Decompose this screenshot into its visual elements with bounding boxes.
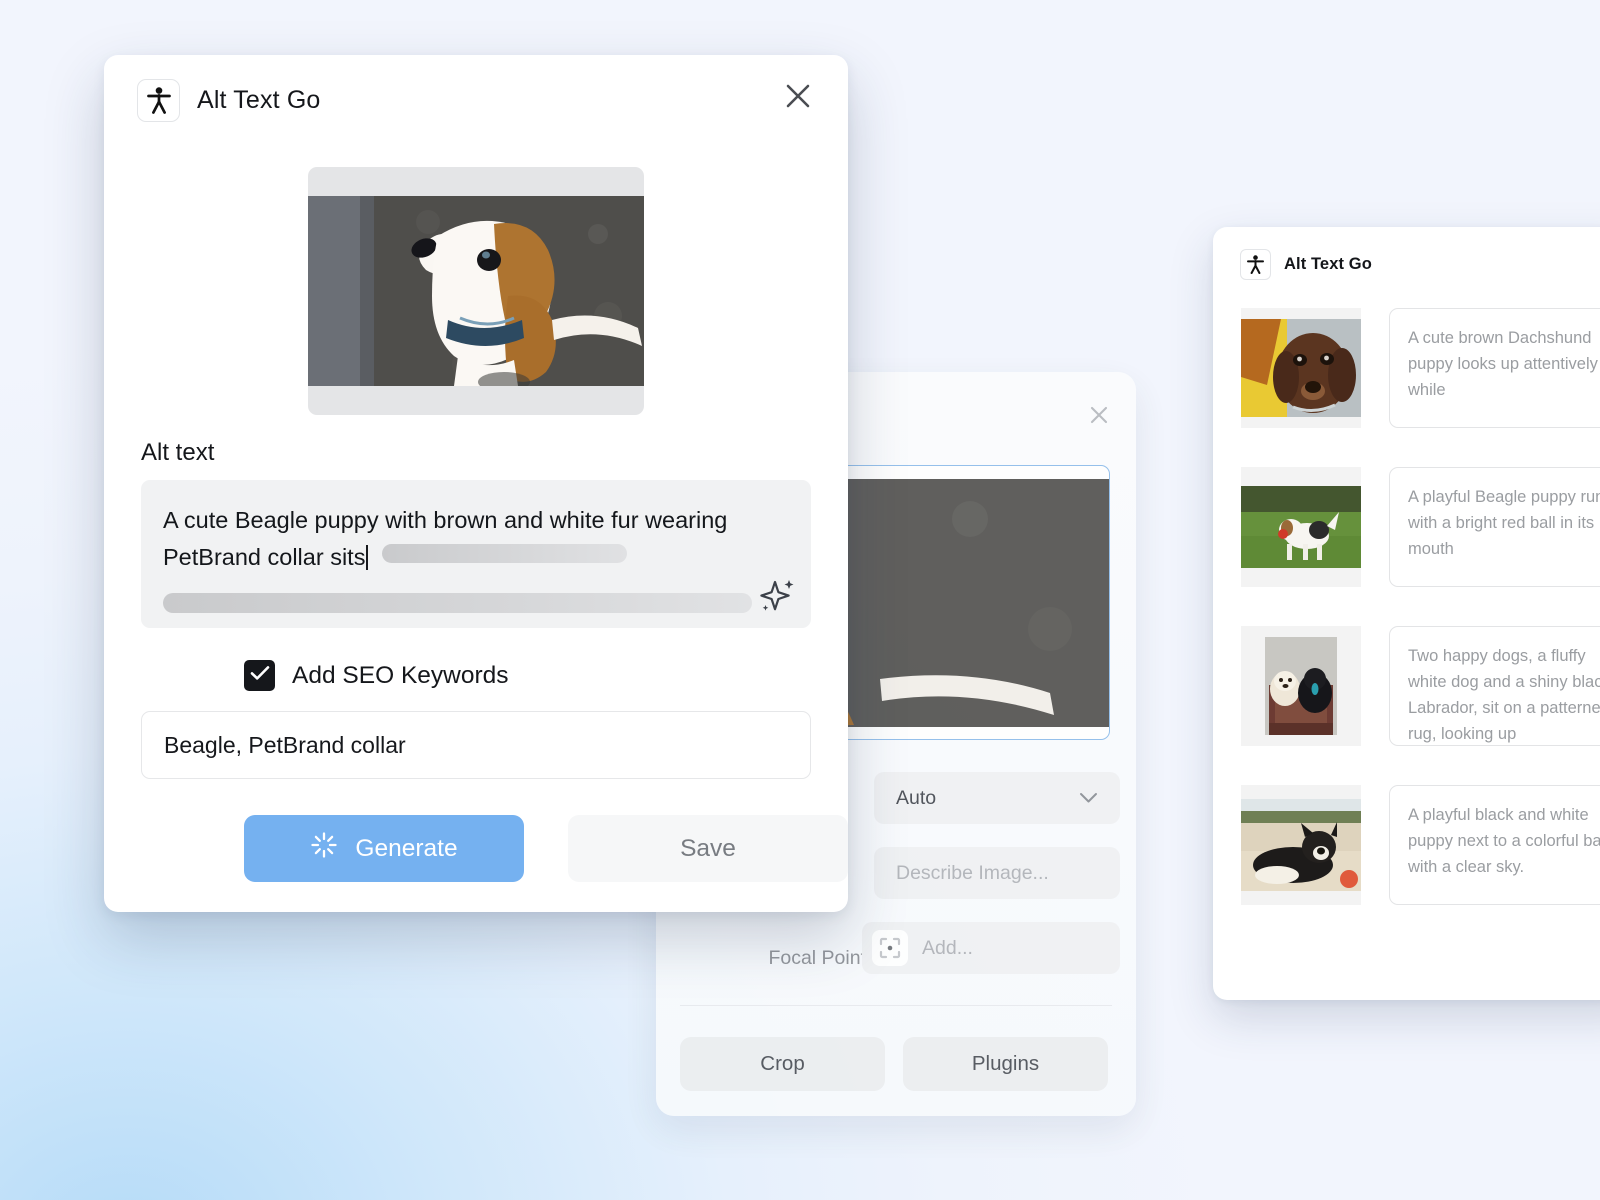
alt-text-field[interactable]: A cute Beagle puppy with brown and white… bbox=[141, 480, 811, 628]
alt-text-label: Alt text bbox=[141, 439, 848, 467]
close-icon[interactable] bbox=[1086, 402, 1112, 428]
keywords-input[interactable]: Beagle, PetBrand collar bbox=[141, 711, 811, 779]
list-item-thumbnail bbox=[1241, 308, 1361, 428]
screen-background: Alt Text Go bbox=[0, 0, 1600, 1200]
size-select[interactable]: Auto bbox=[874, 772, 1120, 824]
panel-actions: Crop Plugins bbox=[680, 1037, 1108, 1091]
close-icon[interactable] bbox=[781, 79, 815, 113]
save-button[interactable]: Save bbox=[568, 815, 848, 882]
divider bbox=[680, 1005, 1112, 1006]
sparkle-ai-icon[interactable] bbox=[755, 574, 797, 616]
alt-text-value: A cute Beagle puppy with brown and white… bbox=[163, 502, 748, 576]
accessibility-person-icon bbox=[137, 79, 180, 122]
dialog-header: Alt Text Go bbox=[104, 55, 848, 122]
list-item[interactable]: A cute brown Dachshund puppy looks up at… bbox=[1241, 308, 1600, 428]
list-item-thumbnail bbox=[1241, 467, 1361, 587]
alt-text-list: A cute brown Dachshund puppy looks up at… bbox=[1213, 280, 1600, 905]
loading-placeholder-bar bbox=[163, 593, 752, 613]
image-preview bbox=[308, 167, 644, 415]
right-panel-title: Alt Text Go bbox=[1284, 255, 1372, 274]
list-item[interactable]: A playful black and white puppy next to … bbox=[1241, 785, 1600, 905]
crop-button[interactable]: Crop bbox=[680, 1037, 885, 1091]
dialog-actions: Generate Save bbox=[244, 815, 848, 882]
loading-spinner-icon bbox=[310, 831, 338, 866]
list-item-alt-text[interactable]: A cute brown Dachshund puppy looks up at… bbox=[1389, 308, 1600, 428]
accessibility-person-icon bbox=[1240, 249, 1271, 280]
chevron-down-icon bbox=[1079, 787, 1098, 810]
focal-point-placeholder: Add... bbox=[922, 937, 973, 960]
keywords-value: Beagle, PetBrand collar bbox=[164, 732, 406, 759]
list-item-alt-text[interactable]: Two happy dogs, a fluffy white dog and a… bbox=[1389, 626, 1600, 746]
dialog-title: Alt Text Go bbox=[197, 86, 320, 115]
loading-placeholder-bar bbox=[382, 544, 627, 563]
generate-button-label: Generate bbox=[355, 835, 457, 863]
list-item-thumbnail bbox=[1241, 626, 1361, 746]
size-select-value: Auto bbox=[896, 787, 936, 810]
describe-image-placeholder: Describe Image... bbox=[896, 862, 1049, 885]
list-item-alt-text[interactable]: A playful black and white puppy next to … bbox=[1389, 785, 1600, 905]
seo-keywords-toggle-row[interactable]: Add SEO Keywords bbox=[244, 660, 848, 691]
seo-keywords-checkbox[interactable] bbox=[244, 660, 275, 691]
focal-point-input[interactable]: Add... bbox=[862, 922, 1120, 974]
alt-text-list-panel: Alt Text Go bbox=[1213, 227, 1600, 1000]
checkmark-icon bbox=[250, 665, 270, 686]
list-item-alt-text[interactable]: A playful Beagle puppy runs with a brigh… bbox=[1389, 467, 1600, 587]
generate-button[interactable]: Generate bbox=[244, 815, 524, 882]
focal-point-label: Focal Point bbox=[676, 932, 866, 984]
alt-text-editor-dialog: Alt Text Go bbox=[104, 55, 848, 912]
focal-point-target-icon bbox=[872, 930, 908, 966]
list-item[interactable]: A playful Beagle puppy runs with a brigh… bbox=[1241, 467, 1600, 587]
seo-keywords-label: Add SEO Keywords bbox=[292, 662, 509, 690]
plugins-button[interactable]: Plugins bbox=[903, 1037, 1108, 1091]
list-item-thumbnail bbox=[1241, 785, 1361, 905]
right-panel-header: Alt Text Go bbox=[1213, 227, 1600, 280]
describe-image-input[interactable]: Describe Image... bbox=[874, 847, 1120, 899]
list-item[interactable]: Two happy dogs, a fluffy white dog and a… bbox=[1241, 626, 1600, 746]
text-caret bbox=[366, 545, 368, 570]
